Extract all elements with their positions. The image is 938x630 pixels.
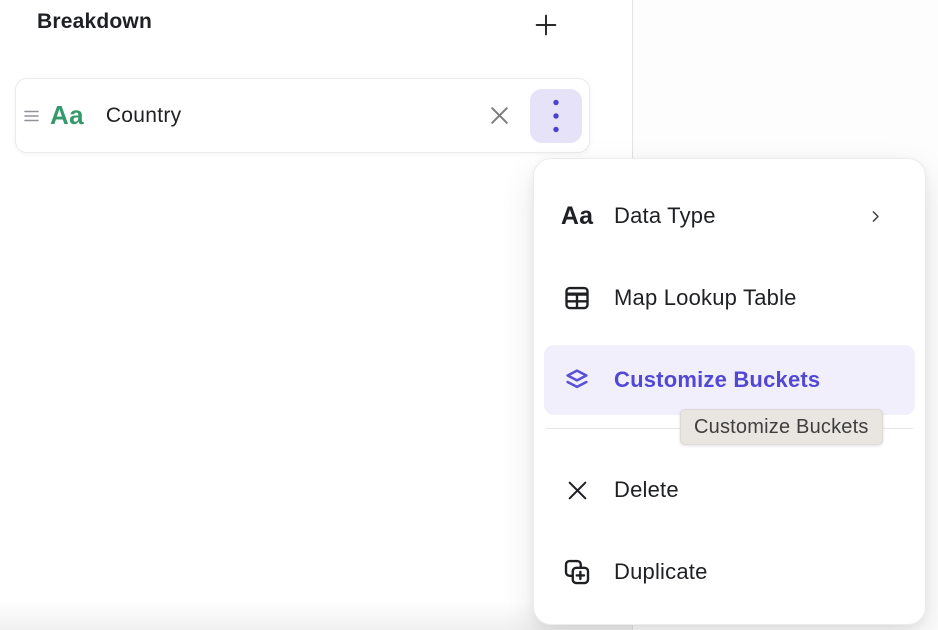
chevron-right-icon bbox=[867, 208, 884, 225]
table-icon bbox=[562, 283, 592, 313]
remove-field-button[interactable] bbox=[484, 101, 514, 131]
x-icon bbox=[562, 478, 592, 503]
field-context-menu: Aa Data Type Map Lookup Table Customize … bbox=[533, 158, 926, 625]
menu-item-data-type[interactable]: Aa Data Type bbox=[534, 175, 925, 257]
menu-item-delete[interactable]: Delete bbox=[534, 449, 925, 531]
menu-item-label: Customize Buckets bbox=[614, 367, 820, 393]
page-title: Breakdown bbox=[37, 10, 152, 34]
menu-item-label: Data Type bbox=[614, 203, 716, 229]
menu-item-label: Delete bbox=[614, 477, 679, 503]
field-label: Country bbox=[106, 104, 182, 128]
menu-item-customize-buckets[interactable]: Customize Buckets bbox=[544, 345, 915, 415]
tooltip: Customize Buckets bbox=[680, 409, 883, 445]
menu-item-label: Duplicate bbox=[614, 559, 708, 585]
field-actions bbox=[484, 89, 589, 143]
field-more-button[interactable] bbox=[530, 89, 582, 143]
add-breakdown-button[interactable] bbox=[529, 8, 563, 42]
breakdown-field-card[interactable]: Aa Country bbox=[15, 78, 590, 153]
kebab-menu-icon bbox=[551, 98, 561, 134]
menu-item-duplicate[interactable]: Duplicate bbox=[534, 531, 925, 613]
menu-item-map-lookup-table[interactable]: Map Lookup Table bbox=[534, 257, 925, 339]
drag-handle-icon[interactable] bbox=[24, 109, 39, 123]
menu-item-label: Map Lookup Table bbox=[614, 285, 797, 311]
plus-icon bbox=[532, 11, 560, 39]
copy-plus-icon bbox=[562, 556, 592, 588]
stack-icon bbox=[562, 365, 592, 395]
field-type-badge: Aa bbox=[50, 100, 84, 131]
data-type-icon: Aa bbox=[562, 202, 592, 231]
x-icon bbox=[486, 102, 513, 129]
